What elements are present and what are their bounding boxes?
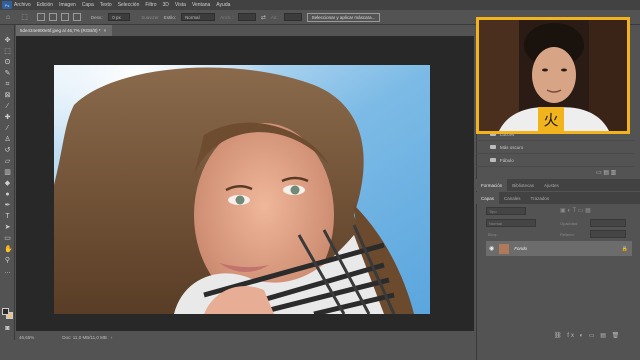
opacity-label: Opacidad: — [560, 221, 579, 226]
height-label: Alt.: — [270, 14, 279, 20]
width-label: Anch.: — [220, 14, 233, 20]
style-select[interactable]: Normal — [181, 13, 216, 21]
folder-icon — [490, 145, 496, 149]
layers-footer-icons[interactable]: ⛓ fx ◐ ▭ ▤ 🗑 — [554, 332, 621, 339]
folder-label: Fábulo — [500, 157, 514, 163]
gradient-tool-icon[interactable]: ▥ — [4, 169, 11, 176]
foreground-color-swatch[interactable] — [2, 308, 9, 315]
tab-trazados[interactable]: Trazados — [526, 192, 555, 204]
eyedropper-tool-icon[interactable]: ⁄ — [4, 103, 11, 110]
document-size: Doc: 11,0 MB/11,0 MB — [62, 334, 107, 340]
lasso-tool-icon[interactable]: ʘ — [4, 59, 11, 66]
menu-filtro[interactable]: Filtro — [145, 2, 156, 8]
lock-icon[interactable]: 🔒 — [622, 246, 628, 252]
menu-vista[interactable]: Vista — [175, 2, 186, 8]
close-icon[interactable]: × — [104, 28, 107, 33]
menu-capa[interactable]: Capa — [82, 2, 94, 8]
select-and-mask-button[interactable]: Seleccionar y aplicar máscara... — [306, 12, 381, 22]
tab-formacion[interactable]: Formación — [476, 179, 508, 191]
portrait-photo — [54, 65, 430, 314]
frame-tool-icon[interactable]: ⊠ — [4, 92, 11, 99]
feather-input[interactable]: 0 px — [108, 13, 131, 21]
new-selection-icon[interactable] — [36, 13, 45, 21]
menu-texto[interactable]: Texto — [100, 2, 112, 8]
blend-mode-select[interactable]: Normal — [486, 219, 536, 227]
properties-panel-tabs: Formación Bibliotecas Ajustes — [476, 179, 640, 191]
tab-ajustes[interactable]: Ajustes — [539, 179, 564, 191]
hand-tool-icon[interactable]: ✋ — [4, 246, 13, 253]
status-bar: 46,65% Doc: 11,0 MB/11,0 MB › — [16, 331, 474, 343]
photoshop-logo-icon: Ps — [2, 1, 12, 9]
move-tool-icon[interactable]: ✥ — [4, 37, 11, 44]
pen-tool-icon[interactable]: ✒ — [4, 202, 11, 209]
tab-capas[interactable]: Capas — [476, 192, 500, 204]
adjustment-folder[interactable]: Fábulo — [476, 154, 634, 167]
antialias-checkbox[interactable]: Suavizar — [141, 15, 159, 20]
healing-brush-tool-icon[interactable]: ✚ — [4, 114, 11, 121]
panel-footer-icons[interactable]: ▭ ▤ ▥ — [596, 169, 616, 176]
more-tools-icon[interactable]: … — [4, 268, 11, 275]
layers-panel-tabs: Capas Canales Trazados — [476, 192, 640, 204]
document-tab-title: 5de434e900e5f.jpeg al 46,7% (RGB/8) * — [20, 28, 101, 33]
history-brush-tool-icon[interactable]: ↺ — [4, 147, 11, 154]
eraser-tool-icon[interactable]: ▱ — [4, 158, 11, 165]
menu-3d[interactable]: 3D — [163, 2, 169, 8]
style-label: Estilo: — [163, 14, 177, 20]
height-input[interactable] — [283, 13, 302, 21]
add-selection-icon[interactable] — [48, 13, 57, 21]
fill-input[interactable] — [590, 230, 626, 238]
folder-icon — [490, 158, 496, 162]
zoom-tool-icon[interactable]: ⚲ — [4, 257, 11, 264]
document-image[interactable] — [54, 65, 430, 314]
intersect-selection-icon[interactable] — [72, 13, 81, 21]
menu-imagen[interactable]: Imagen — [59, 2, 76, 8]
rectangle-tool-icon[interactable]: ▭ — [4, 235, 11, 242]
marquee-tool-icon[interactable]: ⬚ — [21, 13, 28, 21]
layer-name: Fondo — [514, 246, 528, 251]
home-icon[interactable]: ⌂ — [6, 14, 10, 21]
blur-tool-icon[interactable]: ◆ — [4, 180, 11, 187]
feather-label: Desv.: — [90, 14, 104, 20]
width-input[interactable] — [237, 13, 256, 21]
menu-bar: Ps Archivo Edición Imagen Capa Texto Sel… — [0, 0, 640, 10]
quick-select-tool-icon[interactable]: ✎ — [4, 70, 11, 77]
document-tab[interactable]: 5de434e900e5f.jpeg al 46,7% (RGB/8) * × — [16, 25, 112, 36]
type-tool-icon[interactable]: T — [4, 213, 11, 220]
fill-label: Relleno: — [560, 232, 575, 237]
opacity-input[interactable] — [590, 219, 626, 227]
subtract-selection-icon[interactable] — [60, 13, 69, 21]
status-arrow-icon[interactable]: › — [111, 335, 113, 340]
swap-icon[interactable]: ⇄ — [261, 14, 266, 21]
tab-canales[interactable]: Canales — [499, 192, 526, 204]
tab-bibliotecas[interactable]: Bibliotecas — [507, 179, 539, 191]
menu-ventana[interactable]: Ventana — [192, 2, 210, 8]
brush-tool-icon[interactable]: ⁄ — [4, 125, 11, 132]
dodge-tool-icon[interactable]: ● — [4, 191, 11, 198]
lock-label: Bloq.: — [488, 232, 499, 237]
menu-seleccion[interactable]: Selección — [118, 2, 140, 8]
layer-filter-kind[interactable]: Tipo — [486, 207, 526, 215]
menu-archivo[interactable]: Archivo — [14, 2, 31, 8]
marquee-tool-icon[interactable]: ⬚ — [4, 48, 11, 55]
channel-badge-icon: 火 — [538, 107, 564, 131]
layer-thumbnail — [499, 243, 510, 254]
zoom-level[interactable]: 46,65% — [19, 335, 34, 340]
crop-tool-icon[interactable]: ⌗ — [4, 81, 11, 88]
quick-mask-icon[interactable]: ◙ — [4, 325, 11, 332]
clone-stamp-tool-icon[interactable]: ♙ — [4, 136, 11, 143]
layer-filter-icons[interactable]: ▣ ◐ T ▭ ▦ — [560, 207, 591, 214]
path-selection-tool-icon[interactable]: ➤ — [4, 224, 11, 231]
layer-row[interactable]: ◉ Fondo 🔒 — [486, 241, 632, 256]
adjustment-folder[interactable]: Más oscuro — [476, 141, 634, 154]
menu-edicion[interactable]: Edición — [37, 2, 53, 8]
visibility-eye-icon[interactable]: ◉ — [489, 245, 494, 252]
folder-label: Más oscuro — [500, 144, 524, 150]
menu-ayuda[interactable]: Ayuda — [216, 2, 230, 8]
tools-panel: ✥ ⬚ ʘ ✎ ⌗ ⊠ ⁄ ✚ ⁄ ♙ ↺ ▱ ▥ ◆ ● ✒ T ➤ ▭ ✋ … — [0, 25, 15, 340]
